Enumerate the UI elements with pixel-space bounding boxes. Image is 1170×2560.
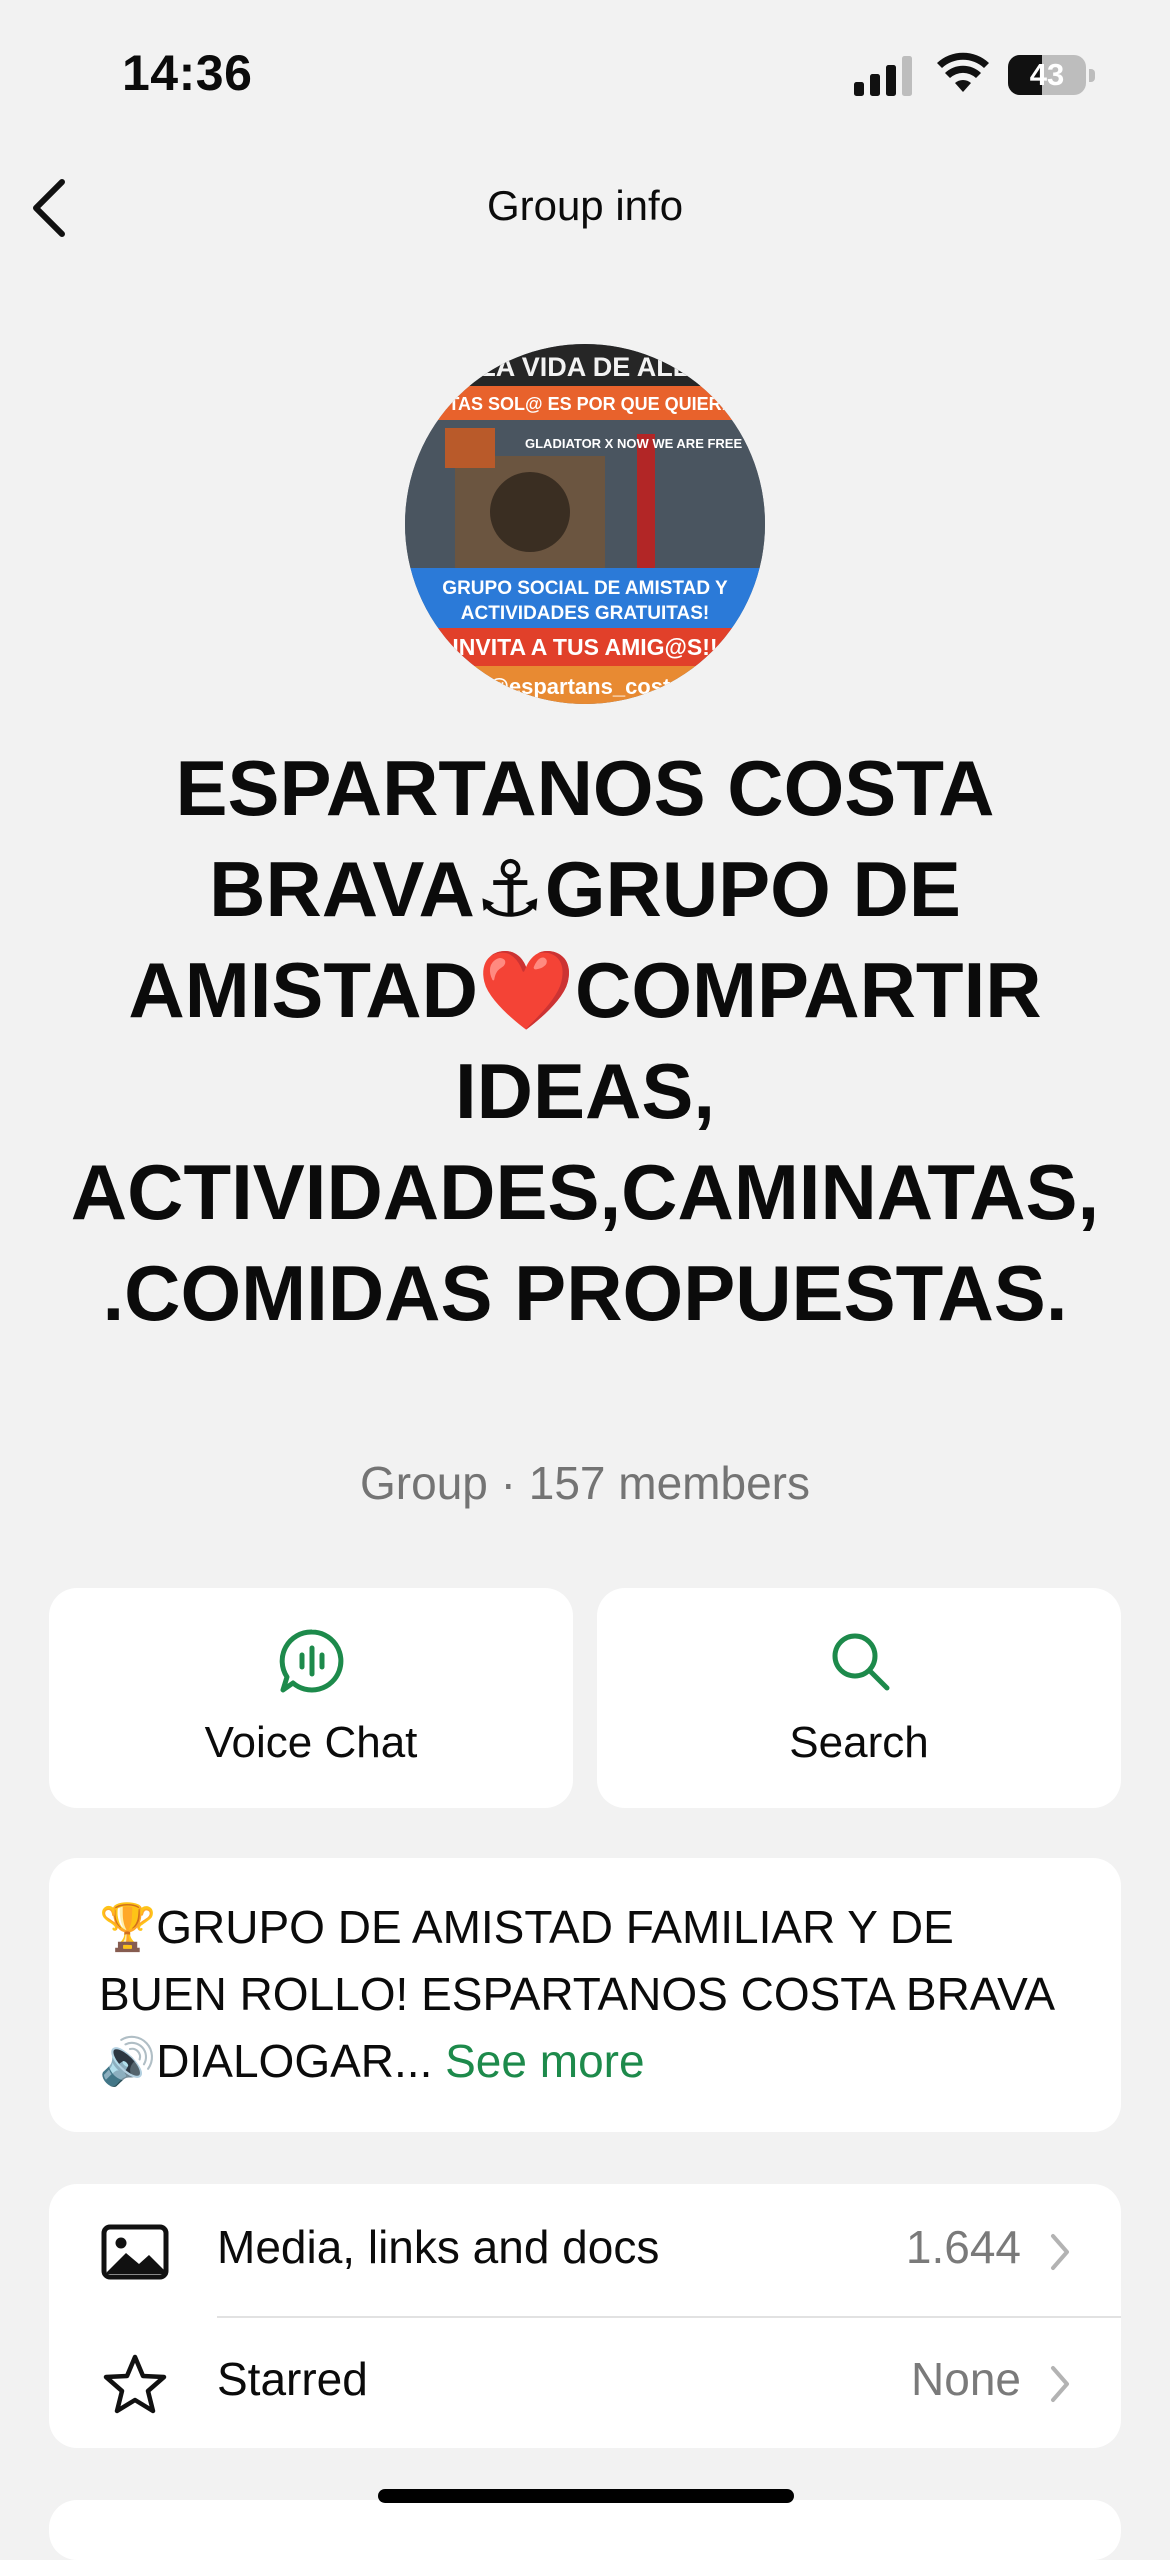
group-avatar[interactable]: VIVA LA VIDA DE ALEGRIA ESTAS SOL@ ES PO… — [405, 344, 765, 704]
see-more-link[interactable]: See more — [445, 2035, 644, 2087]
svg-text:ACTIVIDADES GRATUITAS!: ACTIVIDADES GRATUITAS! — [461, 603, 709, 624]
search-button[interactable]: Search — [597, 1588, 1121, 1808]
battery-icon: 43 — [1008, 55, 1096, 97]
starred-row[interactable]: Starred None — [49, 2316, 1121, 2448]
avatar-banner-top: VIVA LA VIDA DE ALEGRIA — [412, 352, 759, 382]
starred-label: Starred — [217, 2353, 368, 2405]
wifi-icon — [937, 52, 989, 92]
image-icon — [101, 2224, 169, 2280]
media-links-docs-label: Media, links and docs — [217, 2221, 660, 2273]
star-icon — [103, 2354, 167, 2414]
voice-chat-icon — [279, 1629, 344, 1693]
status-bar: 14:36 43 — [0, 0, 1170, 150]
cellular-signal-icon — [854, 56, 912, 96]
voice-chat-button[interactable]: Voice Chat — [49, 1588, 573, 1808]
next-section-card — [49, 2500, 1121, 2560]
group-info-list: Media, links and docs 1.644 Starred None — [49, 2184, 1121, 2448]
page-title: Group info — [486, 182, 684, 229]
battery-level: 43 — [1029, 57, 1065, 92]
chevron-right-icon — [1051, 2234, 1069, 2270]
media-count: 1.644 — [905, 2221, 1021, 2273]
avatar-banner-red: INVITA A TUS AMIG@S!! — [452, 634, 717, 660]
avatar-banner-line2: ESTAS SOL@ ES POR QUE QUIERES — [424, 394, 745, 414]
avatar-poster-text: GLADIATOR X NOW WE ARE FREE — [525, 436, 742, 451]
search-icon — [832, 1633, 890, 1691]
chevron-right-icon — [1051, 2366, 1069, 2402]
group-name: ESPARTANOS COSTA BRAVA⚓GRUPO DE AMISTAD❤… — [70, 744, 1100, 1337]
svg-text:GRUPO SOCIAL DE AMISTAD Y: GRUPO SOCIAL DE AMISTAD Y — [442, 578, 728, 599]
navigation-bar: Group info — [0, 160, 1170, 256]
home-indicator[interactable] — [378, 2489, 794, 2503]
status-time: 14:36 — [122, 45, 253, 101]
avatar-bottom-text: @espartans_costa — [487, 674, 683, 699]
search-label: Search — [789, 1718, 929, 1767]
group-subtitle: Group · 157 members — [360, 1457, 810, 1509]
starred-value: None — [911, 2353, 1021, 2405]
group-description: 🏆GRUPO DE AMISTAD FAMILIAR Y DE BUEN ROL… — [49, 1858, 1121, 2132]
voice-chat-label: Voice Chat — [204, 1718, 418, 1767]
media-links-docs-row[interactable]: Media, links and docs 1.644 — [49, 2184, 1121, 2318]
